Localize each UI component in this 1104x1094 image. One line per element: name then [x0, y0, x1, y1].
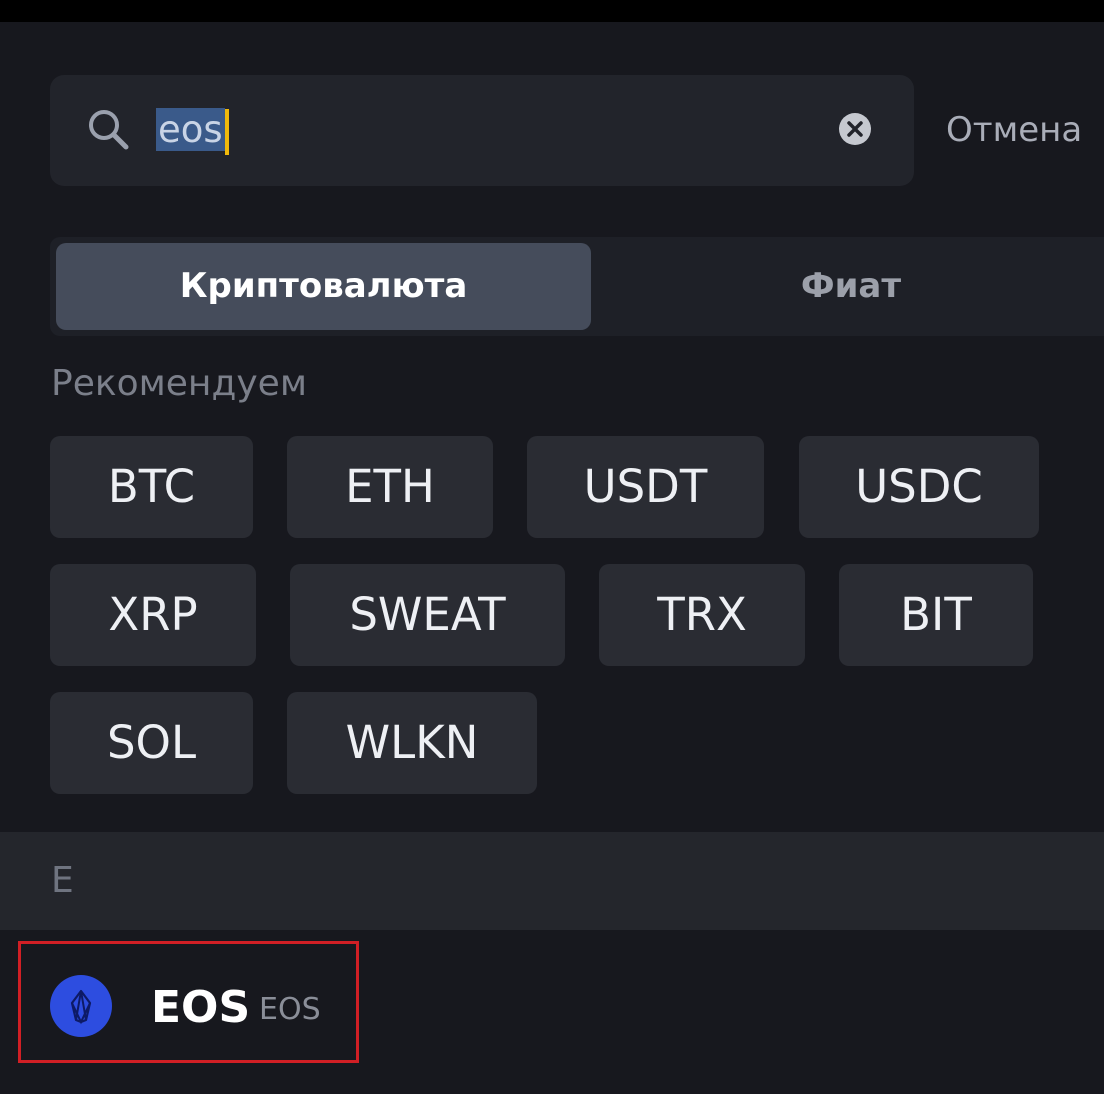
status-bar — [0, 0, 1104, 22]
coin-ticker: EOS — [259, 992, 321, 1027]
chip-bit[interactable]: BIT — [839, 564, 1033, 666]
chip-eth[interactable]: ETH — [287, 436, 493, 538]
chip-trx[interactable]: TRX — [599, 564, 805, 666]
chip-wlkn[interactable]: WLKN — [287, 692, 537, 794]
tab-fiat[interactable]: Фиат — [591, 243, 1104, 330]
cancel-button[interactable]: Отмена — [946, 108, 1082, 152]
recommended-title: Рекомендуем — [51, 363, 307, 404]
group-letter: E — [51, 860, 74, 901]
search-input[interactable]: eos — [50, 75, 914, 186]
clear-icon[interactable] — [838, 112, 872, 146]
tab-crypto[interactable]: Криптовалюта — [56, 243, 591, 330]
results-group-header: E — [0, 832, 1104, 930]
chip-usdt[interactable]: USDT — [527, 436, 764, 538]
chip-btc[interactable]: BTC — [50, 436, 253, 538]
chip-xrp[interactable]: XRP — [50, 564, 256, 666]
chip-usdc[interactable]: USDC — [799, 436, 1039, 538]
chip-sol[interactable]: SOL — [50, 692, 253, 794]
text-cursor — [224, 108, 229, 155]
search-query[interactable]: eos — [156, 103, 229, 157]
search-icon — [89, 110, 129, 150]
chip-sweat[interactable]: SWEAT — [290, 564, 565, 666]
coin-search-screen: eos Отмена Криптовалюта Фиат Рекомендуем… — [0, 0, 1104, 1094]
coin-name: EOS — [151, 982, 251, 1033]
search-query-text: eos — [156, 108, 225, 151]
result-row-eos[interactable]: EOS EOS — [0, 930, 1104, 1094]
eos-logo-icon — [50, 975, 112, 1037]
currency-type-tabs: Криптовалюта Фиат — [50, 237, 1104, 336]
